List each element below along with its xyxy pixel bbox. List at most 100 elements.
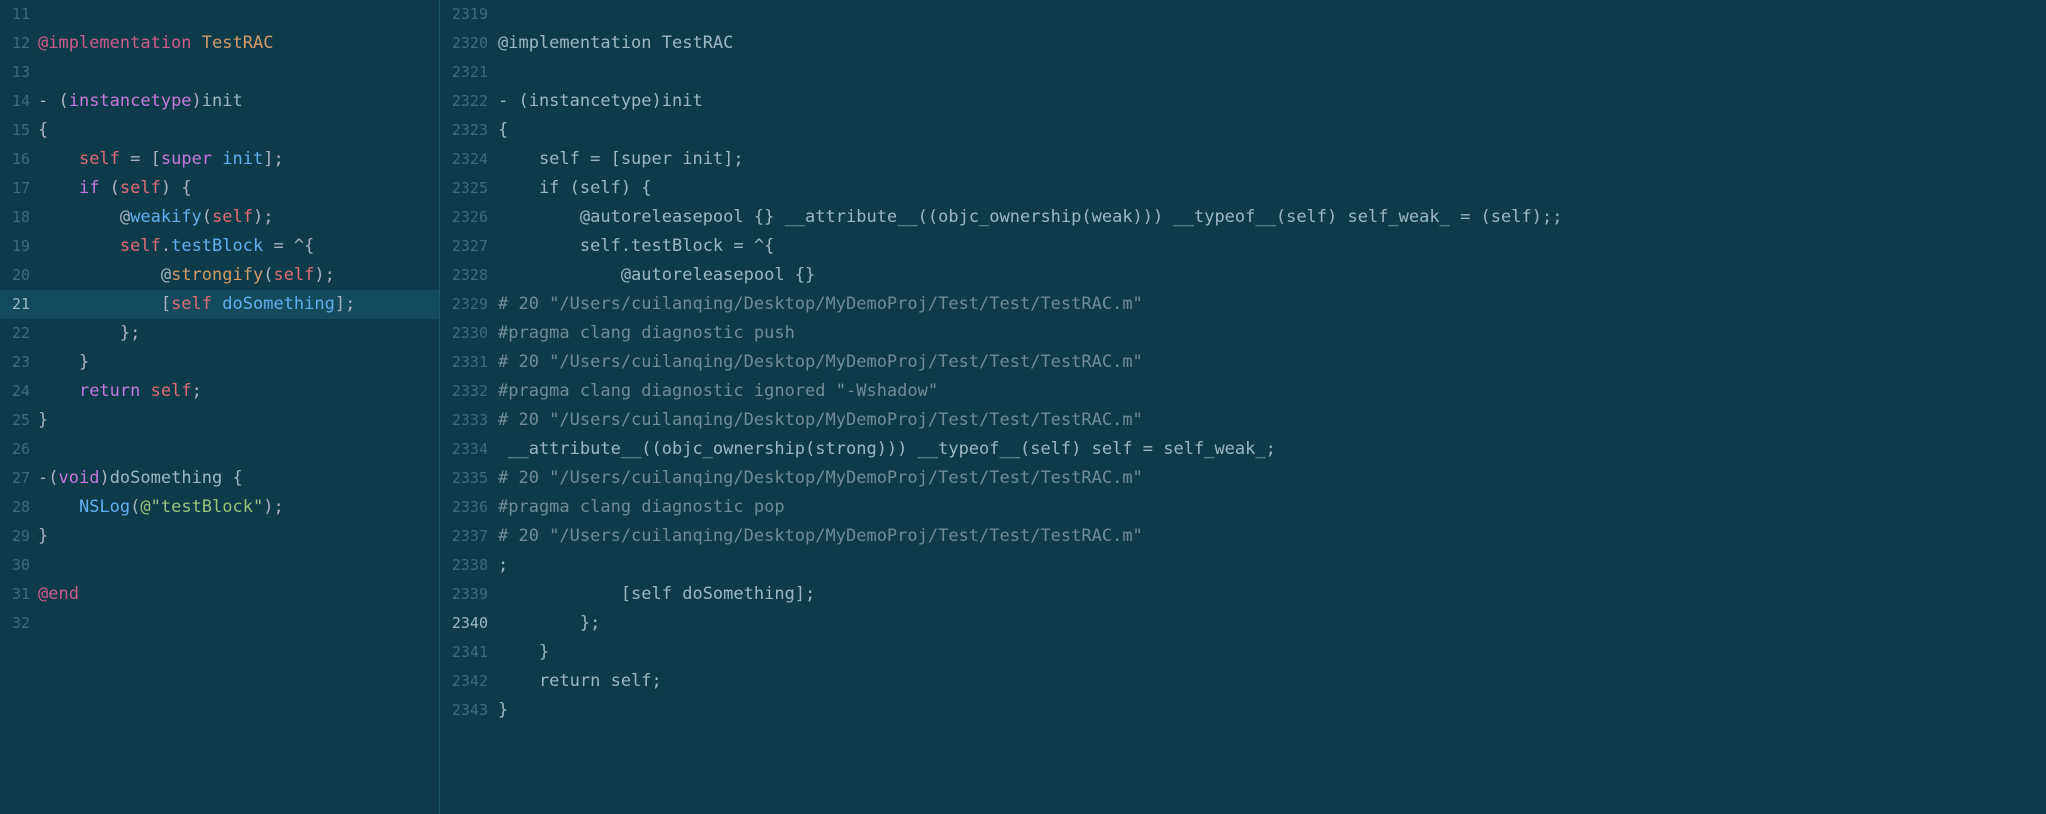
- line-number: 26: [0, 435, 38, 464]
- editor-pane-right[interactable]: 23192320@implementation TestRAC23212322-…: [440, 0, 2046, 814]
- line-number: 2335: [440, 464, 498, 493]
- line-number: 15: [0, 116, 38, 145]
- code-line[interactable]: 19 self.testBlock = ^{: [0, 232, 439, 261]
- line-number: 2319: [440, 0, 498, 29]
- code-line[interactable]: 27-(void)doSomething {: [0, 464, 439, 493]
- line-number: 18: [0, 203, 38, 232]
- code-content: if (self) {: [38, 174, 439, 203]
- code-line[interactable]: 2331# 20 "/Users/cuilanqing/Desktop/MyDe…: [440, 348, 2046, 377]
- code-line[interactable]: 2322- (instancetype)init: [440, 87, 2046, 116]
- code-line[interactable]: 26: [0, 435, 439, 464]
- code-content: @implementation TestRAC: [38, 29, 439, 58]
- code-line[interactable]: 2323{: [440, 116, 2046, 145]
- code-line[interactable]: 2338;: [440, 551, 2046, 580]
- line-number: 22: [0, 319, 38, 348]
- code-line[interactable]: 2333# 20 "/Users/cuilanqing/Desktop/MyDe…: [440, 406, 2046, 435]
- code-line[interactable]: 2334 __attribute__((objc_ownership(stron…: [440, 435, 2046, 464]
- line-number: 2329: [440, 290, 498, 319]
- code-content: if (self) {: [498, 174, 2046, 203]
- line-number: 31: [0, 580, 38, 609]
- line-number: 12: [0, 29, 38, 58]
- code-line[interactable]: 14- (instancetype)init: [0, 87, 439, 116]
- line-number: 2338: [440, 551, 498, 580]
- code-line[interactable]: 21 [self doSomething];: [0, 290, 439, 319]
- line-number: 2327: [440, 232, 498, 261]
- code-line[interactable]: 2330#pragma clang diagnostic push: [440, 319, 2046, 348]
- code-line[interactable]: 2336#pragma clang diagnostic pop: [440, 493, 2046, 522]
- line-number: 16: [0, 145, 38, 174]
- code-line[interactable]: 2339 [self doSomething];: [440, 580, 2046, 609]
- line-number: 2336: [440, 493, 498, 522]
- line-number: 11: [0, 0, 38, 29]
- code-line[interactable]: 28 NSLog(@"testBlock");: [0, 493, 439, 522]
- code-content: self.testBlock = ^{: [498, 232, 2046, 261]
- code-content: [self doSomething];: [38, 290, 439, 319]
- code-line[interactable]: 24 return self;: [0, 377, 439, 406]
- code-line[interactable]: 2328 @autoreleasepool {}: [440, 261, 2046, 290]
- line-number: 24: [0, 377, 38, 406]
- code-line[interactable]: 2329# 20 "/Users/cuilanqing/Desktop/MyDe…: [440, 290, 2046, 319]
- code-line[interactable]: 2332#pragma clang diagnostic ignored "-W…: [440, 377, 2046, 406]
- line-number: 2330: [440, 319, 498, 348]
- code-line[interactable]: 2319: [440, 0, 2046, 29]
- line-number: 17: [0, 174, 38, 203]
- line-number: 2339: [440, 580, 498, 609]
- code-line[interactable]: 32: [0, 609, 439, 638]
- line-number: 2337: [440, 522, 498, 551]
- line-number: 2321: [440, 58, 498, 87]
- line-number: 30: [0, 551, 38, 580]
- code-line[interactable]: 2326 @autoreleasepool {} __attribute__((…: [440, 203, 2046, 232]
- editor-pane-left[interactable]: 1112@implementation TestRAC1314- (instan…: [0, 0, 440, 814]
- line-number: 2324: [440, 145, 498, 174]
- line-number: 2341: [440, 638, 498, 667]
- code-content: @weakify(self);: [38, 203, 439, 232]
- code-line[interactable]: 2337# 20 "/Users/cuilanqing/Desktop/MyDe…: [440, 522, 2046, 551]
- line-number: 2343: [440, 696, 498, 725]
- code-content: #pragma clang diagnostic push: [498, 319, 2046, 348]
- code-line[interactable]: 22 };: [0, 319, 439, 348]
- line-number: 2320: [440, 29, 498, 58]
- code-line[interactable]: 18 @weakify(self);: [0, 203, 439, 232]
- code-line[interactable]: 25}: [0, 406, 439, 435]
- code-line[interactable]: 2327 self.testBlock = ^{: [440, 232, 2046, 261]
- code-line[interactable]: 2342 return self;: [440, 667, 2046, 696]
- code-line[interactable]: 2335# 20 "/Users/cuilanqing/Desktop/MyDe…: [440, 464, 2046, 493]
- code-line[interactable]: 23 }: [0, 348, 439, 377]
- code-content: self = [super init];: [38, 145, 439, 174]
- line-number: 27: [0, 464, 38, 493]
- code-line[interactable]: 13: [0, 58, 439, 87]
- code-line[interactable]: 15{: [0, 116, 439, 145]
- code-content: }: [38, 406, 439, 435]
- code-content: [self doSomething];: [498, 580, 2046, 609]
- code-line[interactable]: 2320@implementation TestRAC: [440, 29, 2046, 58]
- code-content: };: [498, 609, 2046, 638]
- code-line[interactable]: 2341 }: [440, 638, 2046, 667]
- line-number: 2334: [440, 435, 498, 464]
- code-line[interactable]: 30: [0, 551, 439, 580]
- code-content: }: [498, 638, 2046, 667]
- line-number: 2325: [440, 174, 498, 203]
- line-number: 25: [0, 406, 38, 435]
- code-line[interactable]: 2321: [440, 58, 2046, 87]
- line-number: 20: [0, 261, 38, 290]
- code-line[interactable]: 12@implementation TestRAC: [0, 29, 439, 58]
- code-line[interactable]: 2325 if (self) {: [440, 174, 2046, 203]
- line-number: 29: [0, 522, 38, 551]
- code-content: }: [38, 348, 439, 377]
- code-line[interactable]: 17 if (self) {: [0, 174, 439, 203]
- code-content: #pragma clang diagnostic ignored "-Wshad…: [498, 377, 2046, 406]
- code-line[interactable]: 31@end: [0, 580, 439, 609]
- code-line[interactable]: 11: [0, 0, 439, 29]
- line-number: 14: [0, 87, 38, 116]
- code-content: {: [498, 116, 2046, 145]
- code-line[interactable]: 2343}: [440, 696, 2046, 725]
- code-line[interactable]: 2340 };: [440, 609, 2046, 638]
- code-content: self = [super init];: [498, 145, 2046, 174]
- code-content: @implementation TestRAC: [498, 29, 2046, 58]
- code-content: }: [498, 696, 2046, 725]
- code-line[interactable]: 29}: [0, 522, 439, 551]
- code-line[interactable]: 2324 self = [super init];: [440, 145, 2046, 174]
- code-line[interactable]: 16 self = [super init];: [0, 145, 439, 174]
- code-content: @autoreleasepool {}: [498, 261, 2046, 290]
- code-line[interactable]: 20 @strongify(self);: [0, 261, 439, 290]
